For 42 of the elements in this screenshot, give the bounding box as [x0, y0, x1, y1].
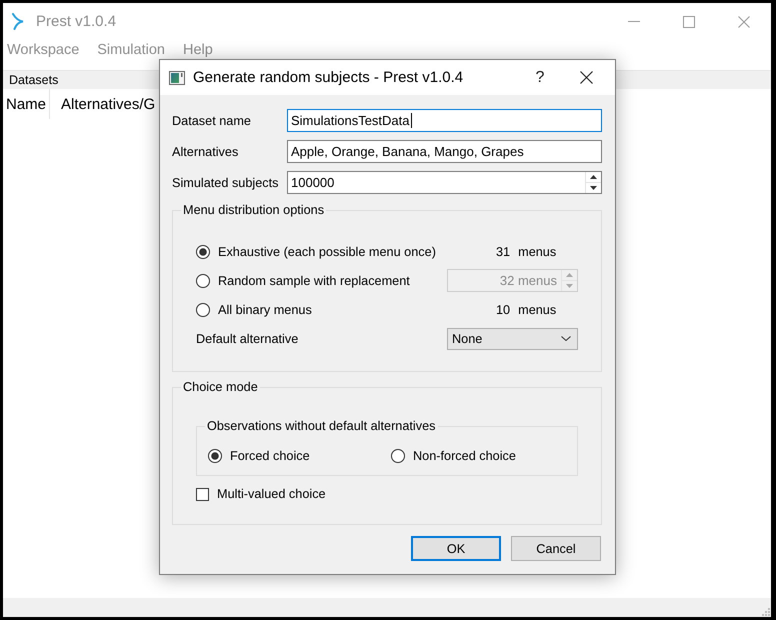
column-header[interactable]: Name	[3, 89, 50, 119]
menu-count: 31	[496, 244, 510, 258]
panel-title: Datasets	[9, 73, 58, 87]
field-label: Default alternative	[196, 332, 300, 346]
field-label: Alternatives	[172, 144, 240, 158]
window-icon	[169, 70, 185, 84]
app-logo-icon	[12, 13, 24, 30]
spin-down-button[interactable]	[585, 182, 601, 193]
checkbox-option[interactable]: Multi-valued choice	[196, 487, 326, 501]
group-title: Menu distribution options	[182, 203, 326, 218]
down-triangle-icon	[590, 186, 597, 190]
dialog-title: Generate random subjects - Prest v1.0.4	[193, 69, 464, 86]
menu-count-unit: menus	[518, 302, 556, 316]
radio-option[interactable]: Exhaustive (each possible menu once)	[196, 244, 447, 258]
radio-option[interactable]: All binary menus	[196, 302, 447, 316]
close-icon	[580, 71, 592, 84]
close-icon	[738, 16, 750, 28]
cancel-button[interactable]: Cancel	[511, 536, 601, 561]
group-title: Choice mode	[182, 380, 259, 395]
group-title: Observations without default alternatives	[206, 419, 436, 434]
menu-count: 10	[496, 302, 510, 316]
chevron-down-icon	[561, 336, 571, 341]
help-button[interactable]: ?	[517, 60, 563, 95]
column-header[interactable]: Alternatives/G	[50, 89, 156, 119]
radio-option[interactable]: Non-forced choice	[391, 449, 566, 463]
dropdown[interactable]: None	[447, 328, 578, 350]
field-label: Simulated subjects	[172, 176, 280, 190]
minimize-icon	[628, 21, 640, 22]
menu-count-unit: menus	[518, 244, 556, 258]
size-grip-icon[interactable]	[762, 608, 770, 616]
window-title: Prest v1.0.4	[36, 13, 116, 30]
text-cursor-icon	[410, 113, 412, 128]
up-triangle-icon	[566, 273, 573, 277]
radio-option[interactable]: Forced choice	[208, 449, 391, 463]
number-field[interactable]: 100000	[287, 171, 602, 194]
ok-button[interactable]: OK	[411, 536, 501, 561]
down-triangle-icon	[566, 284, 573, 288]
up-triangle-icon	[590, 175, 597, 179]
text-field[interactable]: SimulationsTestData	[287, 109, 602, 132]
field-label: Dataset name	[172, 114, 252, 128]
text-field[interactable]: Apple, Orange, Banana, Mango, Grapes	[287, 140, 602, 163]
maximize-icon	[682, 16, 694, 28]
